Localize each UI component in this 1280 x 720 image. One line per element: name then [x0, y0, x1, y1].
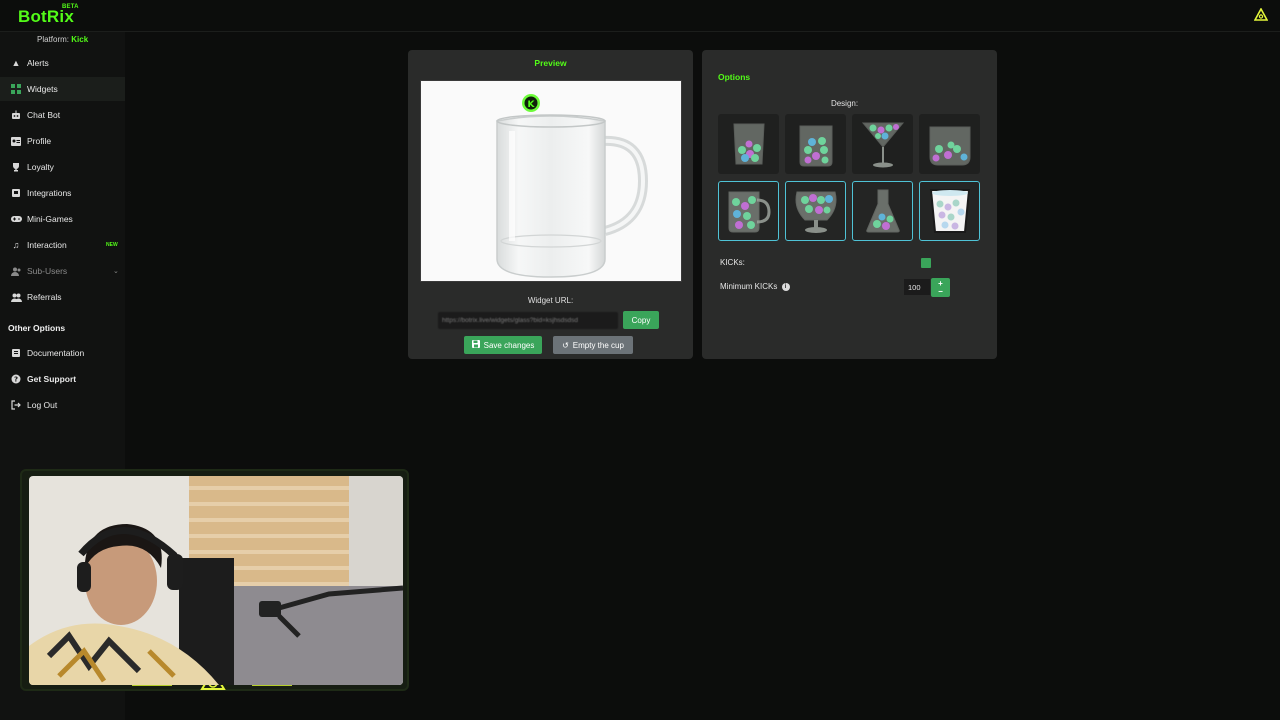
kicks-label: KICKs:: [720, 258, 745, 267]
svg-text:K: K: [528, 100, 536, 110]
sidebar-item-documentation[interactable]: Documentation: [0, 341, 125, 365]
snifter-glass-icon: [795, 191, 836, 233]
undo-icon: ↺: [562, 340, 569, 350]
design-option-mug[interactable]: [718, 181, 779, 241]
save-changes-button[interactable]: Save changes: [464, 336, 542, 354]
sidebar-item-alerts[interactable]: ▲ Alerts: [0, 51, 125, 75]
martini-glass-icon: [861, 122, 904, 168]
music-icon: ♫: [12, 240, 20, 250]
cup-glass-icon: [929, 189, 970, 233]
robot-icon: [10, 109, 22, 121]
sidebar-item-label: Profile: [27, 136, 52, 146]
widget-url-label: Widget URL:: [527, 296, 574, 305]
sidebar-item-log-out[interactable]: Log Out: [0, 393, 125, 417]
streamer-camera-image: [29, 476, 403, 685]
sidebar-item-label: Mini-Games: [27, 214, 73, 224]
preview-title: Preview: [534, 58, 567, 68]
floppy-disk-icon: [471, 340, 480, 350]
beta-badge: BETA: [62, 4, 79, 10]
people-icon: [10, 291, 22, 303]
design-option-bowl[interactable]: [919, 114, 980, 174]
chevron-down-icon: ⌄: [113, 268, 119, 275]
tumbler-glass-icon: [732, 123, 765, 165]
gamepad-icon: [10, 213, 22, 225]
platform-indicator: Platform: Kick: [37, 35, 88, 44]
sidebar-item-label: Interaction: [27, 240, 67, 250]
logout-icon: [10, 399, 22, 411]
design-label: Design:: [830, 99, 859, 108]
copy-button[interactable]: Copy: [623, 311, 659, 329]
flask-glass-icon: [865, 189, 900, 233]
preview-canvas: K: [420, 80, 682, 282]
webcam-video: [29, 476, 403, 685]
design-option-jar[interactable]: [785, 114, 846, 174]
sidebar-item-widgets[interactable]: Widgets: [0, 77, 125, 101]
sidebar-item-label: Alerts: [27, 58, 49, 68]
save-changes-label: Save changes: [483, 340, 535, 350]
sidebar-item-integrations[interactable]: Integrations: [0, 181, 125, 205]
sidebar-item-loyalty[interactable]: Loyalty: [0, 155, 125, 179]
platform-value: Kick: [71, 35, 89, 44]
bowl-glass-icon: [929, 126, 970, 166]
kicks-checkbox[interactable]: [921, 258, 931, 268]
mug-glass-icon: [728, 191, 771, 233]
quantity-stepper[interactable]: + −: [931, 278, 950, 297]
minimum-kicks-input[interactable]: [904, 279, 930, 295]
options-title: Options: [718, 72, 751, 82]
sidebar-item-label: Documentation: [27, 348, 85, 358]
new-badge: NEW: [106, 242, 118, 248]
sidebar-item-label: Sub-Users: [27, 266, 68, 276]
users-icon: [10, 265, 22, 277]
sidebar-item-label: Referrals: [27, 292, 62, 302]
sidebar-item-label: Chat Bot: [27, 110, 61, 120]
sidebar-item-label: Widgets: [27, 84, 58, 94]
top-bar: BotRix BETA: [0, 0, 1280, 32]
other-options-heading: Other Options: [8, 323, 66, 333]
minimum-kicks-row: Minimum KICKs i: [720, 282, 790, 291]
sidebar-item-referrals[interactable]: Referrals: [0, 285, 125, 309]
sidebar-item-get-support[interactable]: ? Get Support: [0, 367, 125, 391]
id-card-icon: [10, 135, 22, 147]
sidebar-item-sub-users[interactable]: Sub-Users ⌄: [0, 259, 125, 283]
book-icon: [10, 347, 22, 359]
design-option-flask[interactable]: [852, 181, 913, 241]
design-option-cup[interactable]: [919, 181, 980, 241]
botrix-logo[interactable]: BotRix BETA: [18, 4, 79, 27]
sidebar-item-interaction[interactable]: ♫ Interaction NEW: [0, 233, 125, 257]
sidebar-item-chat-bot[interactable]: Chat Bot: [0, 103, 125, 127]
empty-cup-button[interactable]: ↺ Empty the cup: [553, 336, 633, 354]
warning-icon: ▲: [11, 58, 21, 68]
design-option-tumbler[interactable]: [718, 114, 779, 174]
trophy-icon: [10, 161, 22, 173]
glass-mug-image: K: [496, 94, 649, 278]
plug-icon: [10, 187, 22, 199]
platform-prefix: Platform:: [37, 35, 70, 44]
sidebar-item-profile[interactable]: Profile: [0, 129, 125, 153]
widget-url-field[interactable]: [438, 312, 618, 329]
design-option-martini[interactable]: [852, 114, 913, 174]
sidebar-item-label: Loyalty: [27, 162, 54, 172]
design-option-snifter[interactable]: [785, 181, 846, 241]
question-icon: ?: [10, 373, 22, 385]
empty-cup-label: Empty the cup: [572, 340, 624, 350]
minimum-kicks-label: Minimum KICKs: [720, 282, 778, 291]
svg-text:?: ?: [14, 376, 18, 384]
jar-glass-icon: [799, 125, 832, 167]
sidebar-item-mini-games[interactable]: Mini-Games: [0, 207, 125, 231]
info-icon[interactable]: i: [781, 282, 790, 291]
minus-icon[interactable]: −: [938, 287, 943, 296]
sidebar-item-label: Integrations: [27, 188, 72, 198]
grid-icon: [10, 83, 22, 95]
sidebar-item-label: Log Out: [27, 400, 58, 410]
kick-triangle-icon[interactable]: [1254, 8, 1268, 22]
sidebar-item-label: Get Support: [27, 374, 77, 384]
